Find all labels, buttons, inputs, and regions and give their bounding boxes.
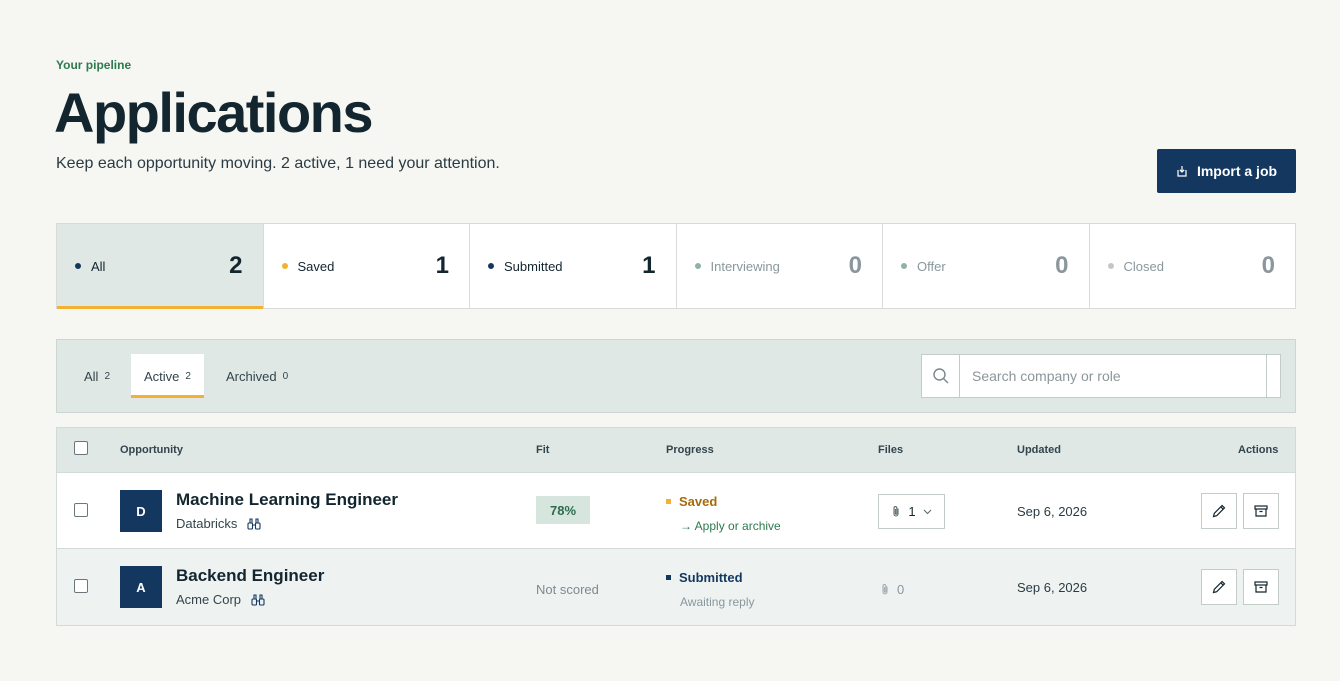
stage-label: Offer xyxy=(917,258,946,274)
stage-count: 0 xyxy=(1055,252,1069,279)
stage-label: Interviewing xyxy=(710,258,780,274)
import-job-label: Import a job xyxy=(1196,163,1278,179)
column-opportunity[interactable]: Opportunity xyxy=(120,444,183,456)
company-avatar: D xyxy=(120,490,162,532)
search-input[interactable] xyxy=(960,355,1266,397)
edit-button[interactable] xyxy=(1201,569,1237,605)
page-title: Applications xyxy=(54,81,374,144)
stage-count: 1 xyxy=(435,252,449,279)
select-all-checkbox[interactable] xyxy=(74,441,88,455)
stage-saved[interactable]: Saved 1 xyxy=(264,224,470,308)
next-step-link[interactable]: → Apply or archive xyxy=(680,519,781,533)
table-row[interactable]: D Machine Learning Engineer Databricks 7… xyxy=(57,473,1295,549)
stage-count: 2 xyxy=(229,252,243,279)
stage-dot xyxy=(1107,263,1114,269)
company-line: Databricks xyxy=(176,516,261,531)
next-step-text: Awaiting reply xyxy=(680,595,755,609)
role-title[interactable]: Backend Engineer xyxy=(176,566,324,586)
tab-count: 0 xyxy=(282,370,289,382)
search-box xyxy=(921,354,1281,398)
stage-all[interactable]: All 2 xyxy=(57,224,264,309)
stage-interviewing[interactable]: Interviewing 0 xyxy=(677,224,883,308)
arrow-right-icon: → xyxy=(680,519,695,533)
company-name: Acme Corp xyxy=(176,592,242,607)
column-progress[interactable]: Progress xyxy=(666,444,714,456)
files-dropdown[interactable]: 1 xyxy=(878,494,945,529)
tab-active[interactable]: Active 2 xyxy=(131,354,204,398)
column-updated[interactable]: Updated xyxy=(1017,444,1061,456)
column-actions: Actions xyxy=(1238,444,1279,456)
status-label: Saved xyxy=(679,494,718,509)
import-icon xyxy=(1177,166,1187,177)
column-fit[interactable]: Fit xyxy=(536,444,549,456)
stage-count: 1 xyxy=(642,252,656,279)
stage-label: Closed xyxy=(1123,258,1164,274)
fit-score-badge: 78% xyxy=(536,496,590,524)
row-checkbox[interactable] xyxy=(74,503,88,517)
tab-all[interactable]: All 2 xyxy=(84,354,110,398)
stage-submitted[interactable]: Submitted 1 xyxy=(470,224,677,308)
search-icon[interactable] xyxy=(922,355,960,397)
company-name: Databricks xyxy=(176,516,238,531)
binoculars-icon[interactable] xyxy=(247,517,261,531)
tab-archived[interactable]: Archived 0 xyxy=(226,354,288,398)
files-count: 0 xyxy=(897,582,905,597)
updated-date: Sep 6, 2026 xyxy=(1017,580,1088,595)
archive-button[interactable] xyxy=(1243,569,1279,605)
pencil-icon xyxy=(1212,504,1226,518)
stage-dot xyxy=(75,263,81,269)
stage-label: Saved xyxy=(297,258,335,274)
filter-toolbar: All 2 Active 2 Archived 0 xyxy=(56,339,1296,413)
archive-icon xyxy=(1254,505,1268,517)
archive-icon xyxy=(1254,581,1268,593)
row-checkbox[interactable] xyxy=(74,579,88,593)
tab-count: 2 xyxy=(185,370,191,382)
files-static: 0 xyxy=(880,582,904,597)
status-marker xyxy=(666,575,671,580)
progress-status: Submitted xyxy=(666,570,743,585)
stage-count: 0 xyxy=(848,252,862,279)
table-header: Opportunity Fit Progress Files Updated A… xyxy=(57,428,1295,473)
stage-offer[interactable]: Offer 0 xyxy=(883,224,1090,308)
next-step-label: Apply or archive xyxy=(694,519,781,533)
tab-label: All xyxy=(84,368,99,384)
binoculars-icon[interactable] xyxy=(251,593,265,607)
updated-date: Sep 6, 2026 xyxy=(1017,504,1088,519)
stage-closed[interactable]: Closed 0 xyxy=(1090,224,1296,308)
fit-score-text: Not scored xyxy=(536,582,599,597)
pencil-icon xyxy=(1212,580,1226,594)
search-submit[interactable] xyxy=(1266,355,1280,397)
stage-label: All xyxy=(91,258,106,274)
status-marker xyxy=(666,499,671,504)
tab-label: Archived xyxy=(226,368,277,384)
company-avatar: A xyxy=(120,566,162,608)
chevron-down-icon xyxy=(923,509,931,514)
import-job-button[interactable]: Import a job xyxy=(1157,149,1296,193)
paperclip-icon xyxy=(882,584,888,595)
table-row[interactable]: A Backend Engineer Acme Corp Not scored … xyxy=(57,549,1295,625)
stage-dot xyxy=(694,263,701,269)
status-label: Submitted xyxy=(679,570,743,585)
eyebrow: Your pipeline xyxy=(56,58,132,72)
paperclip-icon xyxy=(893,506,899,517)
stage-dot xyxy=(488,263,494,269)
stage-count: 0 xyxy=(1261,252,1275,279)
files-count: 1 xyxy=(908,504,916,519)
tab-label: Active xyxy=(144,368,180,384)
edit-button[interactable] xyxy=(1201,493,1237,529)
archive-button[interactable] xyxy=(1243,493,1279,529)
tab-count: 2 xyxy=(104,370,111,382)
applications-table: Opportunity Fit Progress Files Updated A… xyxy=(56,427,1296,626)
page-subtitle: Keep each opportunity moving. 2 active, … xyxy=(56,155,500,172)
stage-dot xyxy=(281,263,288,269)
role-title[interactable]: Machine Learning Engineer xyxy=(176,490,398,510)
stage-label: Submitted xyxy=(504,258,563,274)
stage-summary: All 2 Saved 1 Submitted 1 Interviewing 0… xyxy=(56,223,1296,309)
progress-status: Saved xyxy=(666,494,717,509)
stage-dot xyxy=(901,263,907,269)
column-files[interactable]: Files xyxy=(878,444,903,456)
company-line: Acme Corp xyxy=(176,592,265,607)
